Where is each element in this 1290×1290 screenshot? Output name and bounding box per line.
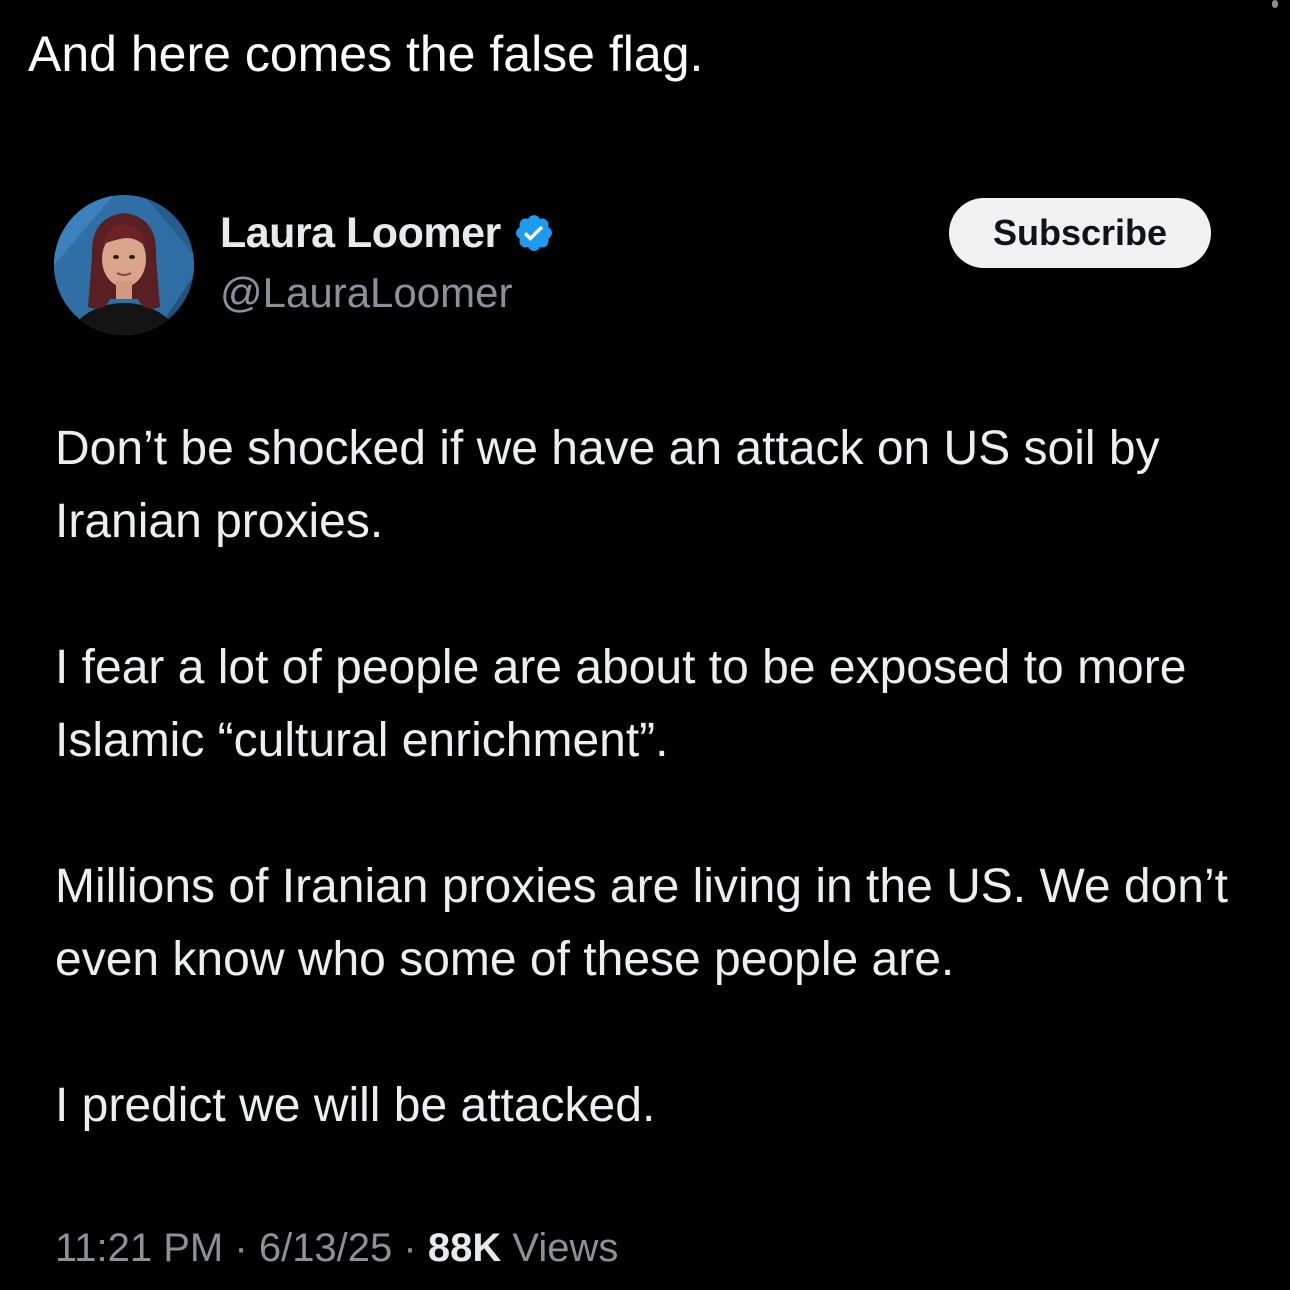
tweet-paragraph: I predict we will be attacked. — [55, 1079, 656, 1132]
meta-separator: · — [234, 1226, 248, 1270]
meta-separator: · — [403, 1226, 417, 1270]
tweet-paragraph: Don’t be shocked if we have an attack on… — [55, 422, 1160, 548]
tweet-text: Don’t be shocked if we have an attack on… — [55, 412, 1255, 1215]
author-handle[interactable]: @LauraLoomer — [220, 268, 512, 318]
views-count[interactable]: 88K — [428, 1226, 501, 1270]
author-name[interactable]: Laura Loomer — [220, 209, 501, 258]
views-label: Views — [512, 1226, 619, 1270]
tweet-paragraph: Millions of Iranian proxies are living i… — [55, 860, 1228, 986]
subscribe-button[interactable]: Subscribe — [949, 198, 1211, 268]
author-info[interactable]: Laura Loomer — [220, 206, 555, 260]
quoted-tweet-card[interactable]: Laura Loomer @LauraLoomer Subscribe Don’… — [0, 180, 1290, 1290]
tweet-time[interactable]: 11:21 PM — [55, 1226, 223, 1270]
tweet-metadata: 11:21 PM · 6/13/25 · 88K Views — [55, 1220, 618, 1276]
avatar-image — [54, 195, 194, 335]
scroll-indicator[interactable] — [1272, 0, 1278, 8]
verified-badge-icon — [513, 212, 555, 254]
tweet-paragraph: I fear a lot of people are about to be e… — [55, 641, 1187, 767]
post-caption: And here comes the false flag. — [28, 26, 704, 82]
avatar[interactable] — [54, 195, 194, 335]
tweet-date[interactable]: 6/13/25 — [259, 1226, 392, 1270]
